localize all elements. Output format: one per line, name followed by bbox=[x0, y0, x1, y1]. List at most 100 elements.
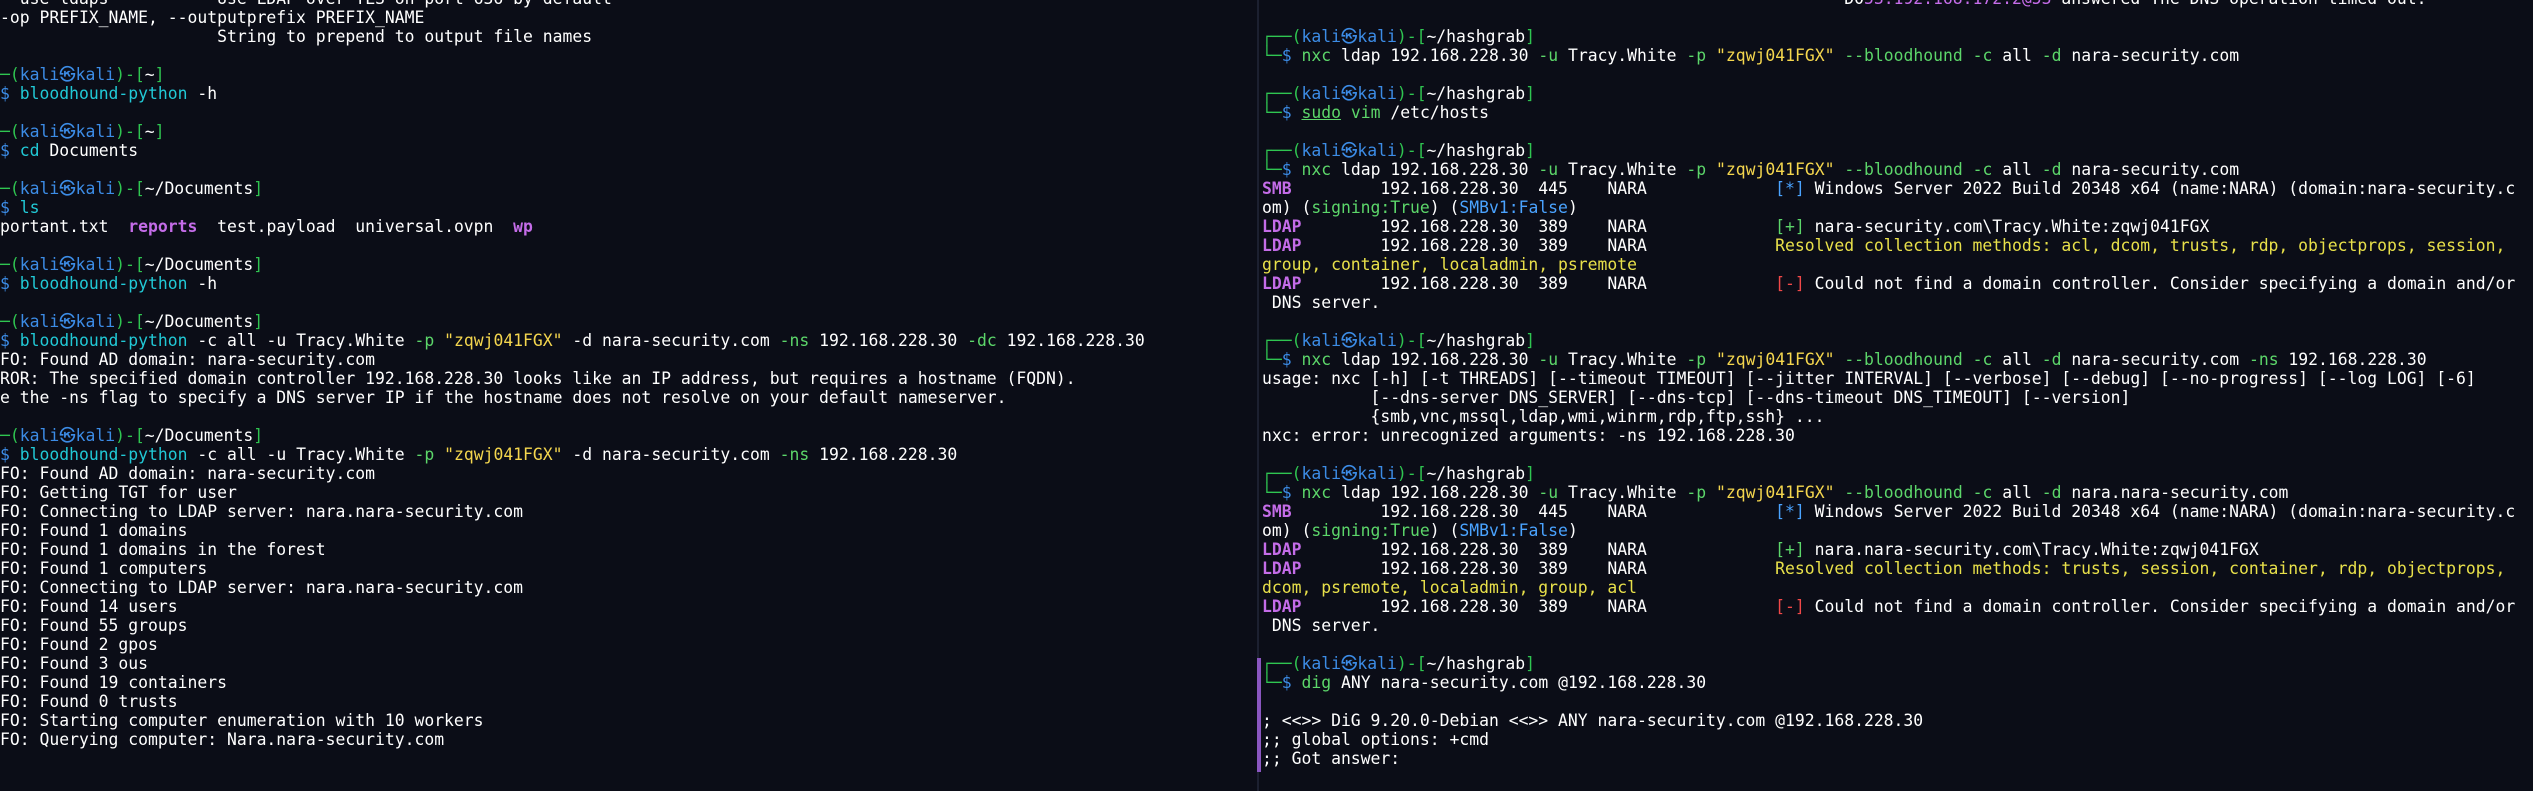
terminal-text: )-[ bbox=[1396, 141, 1427, 160]
terminal-text: ] bbox=[1525, 27, 1535, 46]
terminal-text: Tracy.White bbox=[1558, 483, 1687, 502]
terminal-text: cd bbox=[19, 141, 40, 160]
terminal-text: usage: nxc [-h] [-t THREADS] [--timeout … bbox=[1262, 369, 2476, 388]
terminal-text: -d bbox=[2041, 46, 2062, 65]
terminal-text: /etc/hosts bbox=[1380, 103, 1490, 122]
terminal-line: $ cd Documents bbox=[0, 141, 1256, 160]
terminal-text: --bloodhound bbox=[1844, 160, 1963, 179]
terminal-text: 192.168.228.30 bbox=[809, 331, 968, 350]
terminal-line: FO: Found 19 containers bbox=[0, 673, 1256, 692]
terminal-text: -p bbox=[1686, 46, 1707, 65]
terminal-text: LDAP bbox=[1262, 217, 1302, 236]
terminal-text: nxc: error: unrecognized arguments: -ns … bbox=[1262, 426, 1795, 445]
terminal-text: -u bbox=[1538, 160, 1559, 179]
terminal-text: ; <<>> DiG 9.20.0-Debian <<>> ANY nara-s… bbox=[1262, 711, 1924, 730]
terminal-line: ┌──(kali㉿kali)-[~/hashgrab] bbox=[1262, 27, 2533, 46]
terminal-text: "zqwj041FGX" bbox=[1716, 46, 1835, 65]
terminal-text: Tracy.White bbox=[1558, 46, 1687, 65]
terminal-text: )-[ bbox=[115, 179, 145, 198]
terminal-text: -c bbox=[1972, 160, 1993, 179]
left-terminal-pane[interactable]: --use-ldaps Use LDAP over TLS on port 63… bbox=[0, 0, 1256, 791]
terminal-text: LDAP bbox=[1262, 236, 1302, 255]
terminal-line: ROR: The specified domain controller 192… bbox=[0, 369, 1256, 388]
terminal-text: ┌──( bbox=[1262, 27, 1302, 46]
terminal-text: kali㉿kali bbox=[19, 312, 116, 331]
terminal-text: ] bbox=[1525, 141, 1535, 160]
terminal-text: ~ bbox=[144, 65, 155, 84]
terminal-line: ┌──(kali㉿kali)-[~/hashgrab] bbox=[1262, 654, 2533, 673]
terminal-text: -op PREFIX_NAME, --outputprefix PREFIX_N… bbox=[0, 8, 425, 27]
terminal-line: FO: Found 1 domains bbox=[0, 521, 1256, 540]
terminal-text: 192.168.228.30 445 NARA bbox=[1291, 179, 1776, 198]
terminal-text: -c bbox=[1972, 46, 1993, 65]
terminal-line: FO: Connecting to LDAP server: nara.nara… bbox=[0, 578, 1256, 597]
terminal-text: FO: Found 55 groups bbox=[0, 616, 188, 635]
terminal-text: --bloodhound bbox=[1844, 483, 1963, 502]
terminal-text: LDAP bbox=[1262, 597, 1302, 616]
right-terminal-pane[interactable]: D053.192.168.172.2@53 answered The DNS o… bbox=[1262, 0, 2533, 791]
terminal-text: group, container, localadmin, psremote bbox=[1262, 255, 1637, 274]
terminal-text: "zqwj041FGX" bbox=[1716, 350, 1835, 369]
terminal-text: LDAP bbox=[1262, 540, 1302, 559]
terminal-text: 192.168.228.30 389 NARA bbox=[1301, 217, 1776, 236]
terminal-text: ─( bbox=[0, 122, 20, 141]
terminal-line: ┌──(kali㉿kali)-[~/hashgrab] bbox=[1262, 331, 2533, 350]
terminal-text: all bbox=[1992, 350, 2042, 369]
terminal-text: -u bbox=[1538, 350, 1559, 369]
terminal-line: ┌──(kali㉿kali)-[~/hashgrab] bbox=[1262, 84, 2533, 103]
terminal-line: om) (signing:True) (SMBv1:False) bbox=[1262, 521, 2533, 540]
terminal-text: ┌──( bbox=[1262, 464, 1302, 483]
terminal-text: ldap 192.168.228.30 bbox=[1331, 350, 1539, 369]
terminal-text: 192.168.228.30 bbox=[809, 445, 958, 464]
terminal-text: $ bbox=[1281, 103, 1302, 122]
terminal-text: └─ bbox=[1262, 160, 1282, 179]
terminal-text: $ bbox=[0, 141, 20, 160]
terminal-line: FO: Found 55 groups bbox=[0, 616, 1256, 635]
terminal-line: {smb,vnc,mssql,ldap,wmi,winrm,rdp,ftp,ss… bbox=[1262, 407, 2533, 426]
terminal-text: [-] bbox=[1775, 597, 1805, 616]
terminal-line: FO: Getting TGT for user bbox=[0, 483, 1256, 502]
terminal-line: ─(kali㉿kali)-[~] bbox=[0, 122, 1256, 141]
terminal-text: test.payload universal.ovpn bbox=[197, 217, 514, 236]
terminal-text: )-[ bbox=[1396, 84, 1427, 103]
terminal-text: ] bbox=[1525, 654, 1535, 673]
terminal-text: [-] bbox=[1775, 274, 1805, 293]
terminal-text: sudo bbox=[1301, 103, 1341, 122]
terminal-text: kali㉿kali bbox=[1301, 464, 1397, 483]
terminal-text: FO: Found 1 computers bbox=[0, 559, 208, 578]
terminal-text: ) ( bbox=[1429, 198, 1460, 217]
terminal-text: ┌──( bbox=[1262, 331, 1302, 350]
active-command-marker bbox=[1257, 658, 1261, 772]
terminal-text: ~/hashgrab bbox=[1426, 141, 1526, 160]
terminal-text: kali㉿kali bbox=[19, 255, 116, 274]
terminal-text: )-[ bbox=[1396, 654, 1427, 673]
terminal-text: "zqwj041FGX" bbox=[444, 331, 563, 350]
terminal-line: $ bloodhound-python -h bbox=[0, 274, 1256, 293]
terminal-text: ~/hashgrab bbox=[1426, 27, 1526, 46]
terminal-line: usage: nxc [-h] [-t THREADS] [--timeout … bbox=[1262, 369, 2533, 388]
terminal-text: om) ( bbox=[1262, 521, 1312, 540]
terminal-text: kali㉿kali bbox=[19, 122, 116, 141]
terminal-line: LDAP 192.168.228.30 389 NARA Resolved co… bbox=[1262, 236, 2533, 255]
terminal-text: kali㉿kali bbox=[19, 179, 116, 198]
terminal-text: └─ bbox=[1262, 350, 1282, 369]
terminal-text: FO: Found 1 domains bbox=[0, 521, 188, 540]
terminal-text: ~/hashgrab bbox=[1426, 84, 1526, 103]
terminal-line: FO: Found AD domain: nara-security.com bbox=[0, 464, 1256, 483]
terminal-text: ;; Got answer: bbox=[1262, 749, 1401, 768]
terminal-text: ] bbox=[1525, 331, 1535, 350]
terminal-text: ~/Documents bbox=[144, 426, 254, 445]
terminal-text: Resolved collection methods: trusts, ses… bbox=[1775, 559, 2506, 578]
terminal-text: ~/hashgrab bbox=[1426, 654, 1526, 673]
terminal-line: LDAP 192.168.228.30 389 NARA [-] Could n… bbox=[1262, 274, 2533, 293]
